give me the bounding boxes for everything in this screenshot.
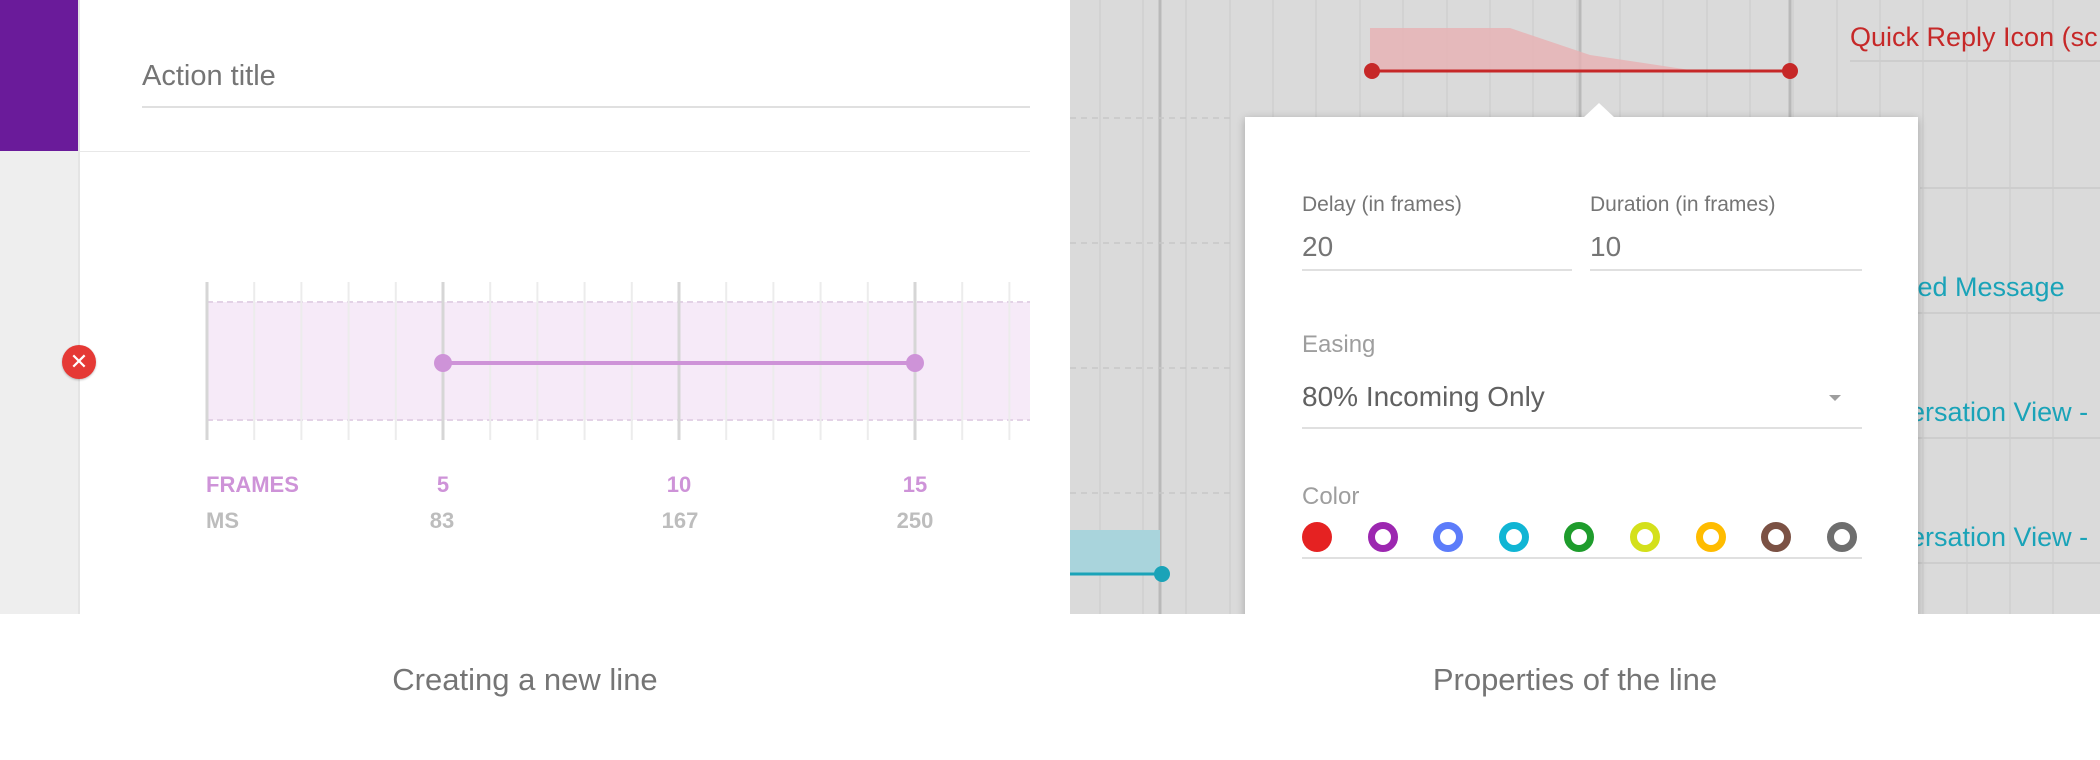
right-caption: Properties of the line [1432,662,1718,697]
color-swatch-amber[interactable] [1695,522,1726,552]
ms-tick-label: 250 [896,508,934,533]
easing-select[interactable]: 80% Incoming Only [1302,381,1862,429]
selected-line-start-handle [1364,63,1380,79]
teal-line-end-handle [1154,566,1170,582]
easing-underline [1302,427,1862,429]
frame-tick-label: 5 [436,472,450,497]
color-swatch-grey[interactable] [1826,522,1857,552]
teal-curve-area [1070,530,1160,574]
line-end-handle[interactable] [906,354,924,372]
track-label[interactable]: ersation View - [1910,522,2088,553]
frames-axis-label: FRAMES [206,472,299,497]
frame-timeline [205,282,1030,440]
new-line-panel: ✕ FRAMES MS 5 10 15 83 167 250 [0,0,1070,614]
color-swatch-lime[interactable] [1630,522,1660,552]
track-divider [1850,60,2100,62]
ms-tick-label: 83 [429,508,455,533]
left-caption: Creating a new line [392,662,658,697]
duration-label: Duration (in frames) [1590,193,1776,216]
frame-tick-label: 10 [666,472,692,497]
delay-underline [1302,269,1572,271]
delay-input[interactable] [1302,229,1562,265]
color-swatch-brown[interactable] [1761,522,1792,552]
track-label[interactable]: ersation View - [1910,397,2088,428]
card-edge [78,0,80,614]
line-properties-popup: Delay (in frames) Duration (in frames) E… [1245,103,1918,614]
title-divider [78,151,1030,152]
duration-underline [1590,269,1862,271]
track-label[interactable]: Quick Reply Icon (sc [1850,22,2098,53]
ms-tick-label: 167 [661,508,699,533]
action-title-input[interactable] [142,46,1030,108]
color-swatch-blue[interactable] [1433,522,1464,552]
color-swatch-cyan[interactable] [1498,522,1529,552]
easing-label: Easing [1302,331,1376,358]
chevron-down-icon [1829,395,1841,401]
color-label: Color [1302,483,1360,510]
track-divider [1910,437,2100,439]
selected-line-end-handle [1782,63,1798,79]
color-swatch-green[interactable] [1564,522,1595,552]
color-swatch-row [1302,522,1862,554]
track-divider [1910,562,2100,564]
delay-label: Delay (in frames) [1302,193,1462,216]
track-divider [1910,312,2100,314]
color-underline [1302,557,1862,559]
easing-curve-area [1370,28,1690,70]
action-color-bar [0,0,78,151]
color-swatch-purple[interactable] [1367,522,1398,552]
track-label[interactable]: ted Message [1910,272,2065,303]
duration-input[interactable] [1590,229,1850,265]
side-strip [0,151,78,614]
popup-arrow [1583,103,1615,118]
delete-line-button[interactable]: ✕ [62,345,96,379]
ms-axis-label: MS [206,508,239,533]
color-swatch-red[interactable] [1302,522,1332,552]
line-start-handle[interactable] [434,354,452,372]
track-divider [1920,187,2100,189]
easing-selected-value: 80% Incoming Only [1302,381,1545,412]
frame-tick-label: 15 [902,472,928,497]
